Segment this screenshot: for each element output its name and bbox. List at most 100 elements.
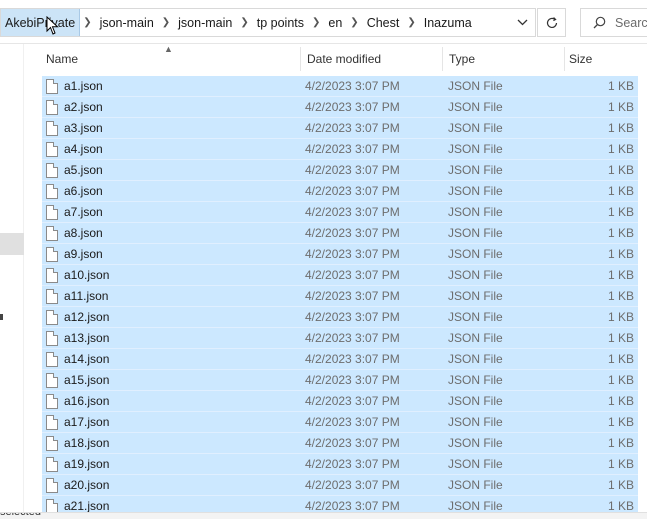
column-divider[interactable] bbox=[442, 47, 443, 71]
file-row[interactable]: a19.json 4/2/2023 3:07 PM JSON File 1 KB bbox=[42, 454, 638, 475]
file-row[interactable]: a3.json 4/2/2023 3:07 PM JSON File 1 KB bbox=[42, 118, 638, 139]
file-row[interactable]: a15.json 4/2/2023 3:07 PM JSON File 1 KB bbox=[42, 370, 638, 391]
file-name[interactable]: a20.json bbox=[64, 478, 109, 492]
file-name[interactable]: a15.json bbox=[64, 373, 109, 387]
file-name[interactable]: a19.json bbox=[64, 457, 109, 471]
file-size-cell: 1 KB bbox=[607, 310, 634, 324]
file-row[interactable]: a17.json 4/2/2023 3:07 PM JSON File 1 KB bbox=[42, 412, 638, 433]
file-name[interactable]: a5.json bbox=[64, 163, 103, 177]
search-box[interactable]: Search bbox=[580, 8, 647, 37]
chevron-right-icon[interactable]: ❯ bbox=[347, 9, 361, 36]
file-name[interactable]: a8.json bbox=[64, 226, 103, 240]
file-row[interactable]: a5.json 4/2/2023 3:07 PM JSON File 1 KB bbox=[42, 160, 638, 181]
file-name-cell[interactable]: a18.json bbox=[46, 433, 109, 453]
file-name-cell[interactable]: a19.json bbox=[46, 454, 109, 474]
chevron-right-icon[interactable]: ❯ bbox=[404, 9, 418, 36]
breadcrumb-item-tp-points[interactable]: tp points bbox=[252, 9, 309, 36]
json-file-icon bbox=[46, 456, 58, 472]
breadcrumb-item-inazuma[interactable]: Inazuma bbox=[419, 9, 477, 36]
file-row[interactable]: a18.json 4/2/2023 3:07 PM JSON File 1 KB bbox=[42, 433, 638, 454]
file-name[interactable]: a1.json bbox=[64, 79, 103, 93]
file-name-cell[interactable]: a7.json bbox=[46, 202, 103, 222]
file-name-cell[interactable]: a2.json bbox=[46, 97, 103, 117]
file-name-cell[interactable]: a13.json bbox=[46, 328, 109, 348]
breadcrumb-item-akebiprivate[interactable]: AkebiPrivate bbox=[1, 9, 81, 36]
file-row[interactable]: a14.json 4/2/2023 3:07 PM JSON File 1 KB bbox=[42, 349, 638, 370]
file-name[interactable]: a16.json bbox=[64, 394, 109, 408]
breadcrumb-item-chest[interactable]: Chest bbox=[362, 9, 405, 36]
file-name[interactable]: a14.json bbox=[64, 352, 109, 366]
file-name[interactable]: a21.json bbox=[64, 499, 109, 512]
file-row[interactable]: a6.json 4/2/2023 3:07 PM JSON File 1 KB bbox=[42, 181, 638, 202]
breadcrumb-item-json-main-sub[interactable]: json-main bbox=[173, 9, 237, 36]
column-header-name[interactable]: Name bbox=[42, 44, 78, 73]
file-name-cell[interactable]: a9.json bbox=[46, 244, 103, 264]
file-name[interactable]: a11.json bbox=[64, 289, 108, 303]
file-row[interactable]: a8.json 4/2/2023 3:07 PM JSON File 1 KB bbox=[42, 223, 638, 244]
file-row[interactable]: a12.json 4/2/2023 3:07 PM JSON File 1 KB bbox=[42, 307, 638, 328]
chevron-right-icon[interactable]: ❯ bbox=[159, 9, 173, 36]
file-name-cell[interactable]: a15.json bbox=[46, 370, 109, 390]
file-row[interactable]: a9.json 4/2/2023 3:07 PM JSON File 1 KB bbox=[42, 244, 638, 265]
address-history-dropdown[interactable] bbox=[509, 9, 535, 36]
file-list[interactable]: a1.json 4/2/2023 3:07 PM JSON File 1 KB a2.j… bbox=[24, 73, 647, 512]
column-header-date[interactable]: Date modified bbox=[303, 44, 381, 73]
file-name-cell[interactable]: a17.json bbox=[46, 412, 109, 432]
json-file-icon bbox=[46, 99, 58, 115]
breadcrumb-item-en[interactable]: en bbox=[323, 9, 347, 36]
chevron-right-icon[interactable]: ❯ bbox=[237, 9, 251, 36]
file-name[interactable]: a9.json bbox=[64, 247, 103, 261]
file-name-cell[interactable]: a10.json bbox=[46, 265, 109, 285]
file-name-cell[interactable]: a3.json bbox=[46, 118, 103, 138]
file-row[interactable]: a21.json 4/2/2023 3:07 PM JSON File 1 KB bbox=[42, 496, 638, 512]
json-file-icon bbox=[46, 288, 58, 304]
file-name-cell[interactable]: a11.json bbox=[46, 286, 108, 306]
file-date-cell: 4/2/2023 3:07 PM bbox=[305, 394, 400, 408]
file-name[interactable]: a17.json bbox=[64, 415, 109, 429]
file-type-cell: JSON File bbox=[448, 247, 503, 261]
file-size-cell: 1 KB bbox=[607, 373, 634, 387]
file-row[interactable]: a10.json 4/2/2023 3:07 PM JSON File 1 KB bbox=[42, 265, 638, 286]
column-divider[interactable] bbox=[300, 47, 301, 71]
file-name[interactable]: a7.json bbox=[64, 205, 103, 219]
navigation-pane[interactable] bbox=[0, 44, 24, 512]
file-name-cell[interactable]: a20.json bbox=[46, 475, 109, 495]
json-file-icon bbox=[46, 267, 58, 283]
chevron-right-icon[interactable]: ❯ bbox=[309, 9, 323, 36]
file-name[interactable]: a4.json bbox=[64, 142, 103, 156]
file-name-cell[interactable]: a5.json bbox=[46, 160, 103, 180]
json-file-icon bbox=[46, 477, 58, 493]
file-name-cell[interactable]: a21.json bbox=[46, 496, 109, 512]
column-header-size[interactable]: Size bbox=[565, 44, 592, 73]
file-row[interactable]: a4.json 4/2/2023 3:07 PM JSON File 1 KB bbox=[42, 139, 638, 160]
refresh-button[interactable] bbox=[537, 8, 566, 37]
file-name[interactable]: a13.json bbox=[64, 331, 109, 345]
file-row[interactable]: a20.json 4/2/2023 3:07 PM JSON File 1 KB bbox=[42, 475, 638, 496]
file-name[interactable]: a12.json bbox=[64, 310, 109, 324]
chevron-right-icon[interactable]: ❯ bbox=[80, 9, 94, 36]
breadcrumb-item-json-main[interactable]: json-main bbox=[95, 9, 159, 36]
file-name[interactable]: a6.json bbox=[64, 184, 103, 198]
file-name[interactable]: a10.json bbox=[64, 268, 109, 282]
file-name-cell[interactable]: a16.json bbox=[46, 391, 109, 411]
breadcrumb[interactable]: AkebiPrivate ❯ json-main ❯ json-main ❯ t… bbox=[0, 8, 536, 37]
file-name-cell[interactable]: a1.json bbox=[46, 76, 103, 96]
file-row[interactable]: a11.json 4/2/2023 3:07 PM JSON File 1 KB bbox=[42, 286, 638, 307]
nav-item-selected[interactable] bbox=[0, 233, 24, 255]
file-row[interactable]: a13.json 4/2/2023 3:07 PM JSON File 1 KB bbox=[42, 328, 638, 349]
file-name-cell[interactable]: a14.json bbox=[46, 349, 109, 369]
search-input[interactable]: Search bbox=[615, 16, 647, 30]
file-name-cell[interactable]: a4.json bbox=[46, 139, 103, 159]
file-name-cell[interactable]: a8.json bbox=[46, 223, 103, 243]
file-row[interactable]: a1.json 4/2/2023 3:07 PM JSON File 1 KB bbox=[42, 76, 638, 97]
file-row[interactable]: a16.json 4/2/2023 3:07 PM JSON File 1 KB bbox=[42, 391, 638, 412]
file-name[interactable]: a2.json bbox=[64, 100, 103, 114]
file-row[interactable]: a2.json 4/2/2023 3:07 PM JSON File 1 KB bbox=[42, 97, 638, 118]
file-date-cell: 4/2/2023 3:07 PM bbox=[305, 457, 400, 471]
file-name-cell[interactable]: a12.json bbox=[46, 307, 109, 327]
file-name-cell[interactable]: a6.json bbox=[46, 181, 103, 201]
file-name[interactable]: a18.json bbox=[64, 436, 109, 450]
column-header-type[interactable]: Type bbox=[445, 44, 475, 73]
file-row[interactable]: a7.json 4/2/2023 3:07 PM JSON File 1 KB bbox=[42, 202, 638, 223]
file-name[interactable]: a3.json bbox=[64, 121, 103, 135]
